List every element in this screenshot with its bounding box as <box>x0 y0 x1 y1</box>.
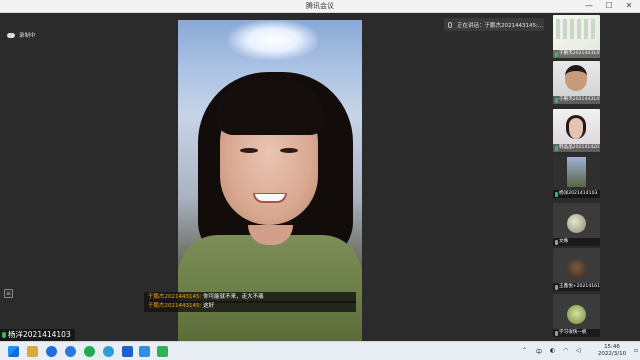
screen-share-preview <box>556 19 596 39</box>
tencent-meeting-icon[interactable] <box>139 346 150 357</box>
window-title: 腾讯会议 <box>306 2 334 10</box>
participant-tile[interactable]: 学习很快一帆 <box>553 294 600 337</box>
participant-name: 于鹏杰2021443145 <box>559 97 600 102</box>
notification-icon[interactable]: ▫ <box>634 347 638 354</box>
wifi-icon[interactable]: ◠ <box>563 347 568 354</box>
avatar <box>567 214 586 233</box>
self-video-thumbnail <box>567 157 586 187</box>
ie-browser-icon[interactable] <box>65 346 76 357</box>
chat-sender: 于鹏杰2021443145: <box>148 303 202 309</box>
file-explorer-icon[interactable] <box>27 346 38 357</box>
speaking-indicator: 正在讲话：于鹏杰2021443145;... <box>444 18 544 31</box>
speaking-text: 正在讲话：于鹏杰2021443145;... <box>457 22 544 29</box>
microphone-icon <box>555 51 558 57</box>
ceiling-lamp <box>228 20 318 60</box>
participant-label: 学习很快一帆 <box>553 329 600 337</box>
tray-chevron-icon[interactable]: ⌃ <box>522 347 527 354</box>
participant-name: 王鑫悦+2021416115 <box>559 284 600 289</box>
self-name-text: 杨洋2021414103 <box>8 330 71 339</box>
avatar <box>567 259 586 278</box>
bangs-shape <box>216 80 324 135</box>
clock-time: 15:46 <box>604 344 620 350</box>
windows-taskbar: ⌃ 中 ◐ ◠ ◁ 15:46 2022/3/10 ▫ <box>0 341 640 360</box>
app-icon[interactable] <box>122 346 133 357</box>
microphone-icon <box>2 332 6 338</box>
left-eye <box>240 148 258 153</box>
sweater-shape <box>178 235 362 341</box>
self-name-label: 杨洋2021414103 <box>0 329 75 341</box>
participant-tile[interactable]: 文殊 <box>553 203 600 246</box>
participant-tile[interactable]: 杨洋2021414103 <box>553 155 600 198</box>
participant-name: 于鹏杰2021443145的屏幕... <box>559 51 600 56</box>
participant-sidebar: 于鹏杰2021443145的屏幕... 于鹏杰2021443145 韩晶晶202… <box>548 13 640 341</box>
volume-icon[interactable]: ◁ <box>576 347 581 354</box>
participant-tile[interactable]: 于鹏杰2021443145 <box>553 61 600 104</box>
windows-start-icon[interactable] <box>8 346 19 357</box>
chat-message: 于鹏杰2021443145: 这好 <box>144 301 356 312</box>
video-player-icon[interactable] <box>157 346 168 357</box>
cloud-icon <box>7 32 15 38</box>
menu-button[interactable]: ≡ <box>4 289 13 298</box>
edge-browser-icon[interactable] <box>46 346 57 357</box>
smile <box>253 193 287 203</box>
participant-tile[interactable]: 于鹏杰2021443145的屏幕... <box>553 15 600 58</box>
minimize-button[interactable]: — <box>582 1 596 11</box>
chat-sender: 于鹏杰2021443145: <box>148 294 202 300</box>
participant-tile[interactable]: 王鑫悦+2021416115 <box>553 248 600 291</box>
right-eye <box>280 148 298 153</box>
tray-language[interactable]: 中 <box>536 347 542 356</box>
participant-name: 文殊 <box>559 239 569 244</box>
clock-date: 2022/3/10 <box>597 351 627 357</box>
microphone-muted-icon <box>555 330 558 336</box>
microphone-muted-icon <box>555 239 558 245</box>
microphone-icon <box>555 145 558 151</box>
main-video-area: 录制中 正在讲话：于鹏杰2021443145;... 于鹏杰2021443145… <box>0 13 548 341</box>
participant-label: 王鑫悦+2021416115 <box>553 283 600 291</box>
chat-text: 这好 <box>203 303 215 309</box>
recording-label: 录制中 <box>19 33 36 39</box>
avatar <box>567 305 586 324</box>
microphone-icon <box>555 191 558 197</box>
participant-name: 学习很快一帆 <box>559 330 587 335</box>
participant-name: 韩晶晶2021414201 <box>559 145 600 150</box>
participant-tile[interactable]: 韩晶晶2021414201 <box>553 109 600 152</box>
app-icon[interactable] <box>103 346 114 357</box>
chat-text: 你可能就不来，走大不痛 <box>203 294 264 300</box>
participant-label: 韩晶晶2021414201 <box>553 144 600 152</box>
participant-face <box>565 65 587 91</box>
participant-name: 杨洋2021414103 <box>559 191 598 196</box>
participant-label: 杨洋2021414103 <box>553 190 600 198</box>
title-bar: 腾讯会议 — ☐ ✕ <box>0 0 640 13</box>
participant-label: 文殊 <box>553 238 600 246</box>
recording-indicator[interactable]: 录制中 <box>7 31 36 39</box>
input-method-icon[interactable]: ◐ <box>550 347 555 354</box>
system-clock[interactable]: 15:46 2022/3/10 <box>592 344 632 358</box>
close-button[interactable]: ✕ <box>622 1 636 11</box>
maximize-button[interactable]: ☐ <box>602 1 616 11</box>
participant-label: 于鹏杰2021443145的屏幕... <box>553 50 600 58</box>
microphone-muted-icon <box>555 284 558 290</box>
microphone-icon <box>555 97 558 103</box>
microphone-icon <box>448 21 452 28</box>
participant-label: 于鹏杰2021443145 <box>553 96 600 104</box>
participant-face <box>566 115 586 139</box>
app-icon[interactable] <box>84 346 95 357</box>
